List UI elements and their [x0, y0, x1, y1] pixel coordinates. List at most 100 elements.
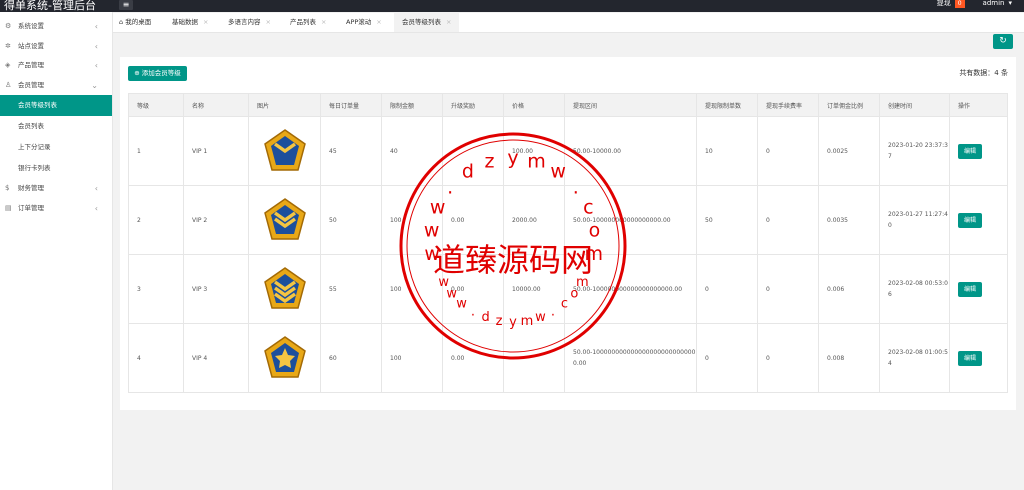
- cell-level: 3: [128, 254, 184, 324]
- member-level-table: 等级 名称 图片 每日订单量 限制金额 升级奖励 价格 提现区间 提现限制单数 …: [128, 93, 1008, 393]
- actions-cell: 编辑: [949, 254, 1008, 324]
- sidebar-item-site-settings[interactable]: ✲ 站点设置 ‹: [0, 37, 112, 57]
- chevron-left-icon: ‹: [94, 184, 98, 193]
- tab-label: APP滚动: [346, 18, 372, 26]
- chevron-down-icon[interactable]: ▾: [1008, 0, 1012, 7]
- chevron-left-icon: ‹: [94, 41, 98, 51]
- level-image-cell: [248, 185, 321, 255]
- plus-circle-icon: ⊕: [134, 69, 140, 77]
- header-limit: 限制金额: [381, 93, 443, 117]
- tab-member-levels[interactable]: 会员等级列表 ×: [394, 13, 460, 32]
- cell-range: 50.00-100000000000000000.00: [564, 185, 697, 255]
- user-icon: ♙: [5, 80, 12, 89]
- sidebar-item-orders[interactable]: ▤ 订单管理 ‹: [0, 199, 112, 219]
- cell-limit: 100: [381, 323, 443, 393]
- withdraw-notice-label[interactable]: 提现: [937, 0, 951, 8]
- cell-reward: 0.00: [442, 254, 504, 324]
- header-created: 创建时间: [879, 93, 950, 117]
- level-image-cell: [248, 254, 321, 324]
- table-row: 4 VIP 4 60 100 0.00 50.00-1000000000000000000…: [128, 323, 1008, 393]
- cell-name: VIP 1: [183, 116, 249, 186]
- refresh-button[interactable]: ↻: [993, 34, 1013, 49]
- sidebar-item-member-management[interactable]: ♙ 会员管理 ⌄: [0, 76, 112, 96]
- cell-level: 4: [128, 323, 184, 393]
- tab-app-scroll[interactable]: APP滚动 ×: [346, 13, 382, 32]
- edit-button[interactable]: 编辑: [958, 281, 982, 297]
- header-daily-orders: 每日订单量: [320, 93, 382, 117]
- cell-price: [503, 323, 565, 393]
- sidebar-item-label: 系统设置: [18, 22, 44, 30]
- sidebar-item-label: 会员管理: [18, 80, 44, 89]
- header-reward: 升级奖励: [442, 93, 504, 117]
- chevron-left-icon: ‹: [94, 61, 98, 70]
- close-icon[interactable]: ×: [321, 18, 326, 26]
- tab-basic-data[interactable]: 基础数据 ×: [172, 13, 208, 32]
- order-icon: ▤: [5, 203, 12, 212]
- sidebar-item-finance[interactable]: $ 财务管理 ‹: [0, 179, 112, 199]
- header-actions: 操作: [949, 93, 1008, 117]
- close-icon[interactable]: ×: [203, 18, 208, 26]
- edit-button[interactable]: 编辑: [958, 143, 982, 159]
- sidebar-item-system-settings[interactable]: ⚙ 系统设置 ‹: [0, 17, 112, 37]
- cell-reward: [442, 116, 504, 186]
- cell-withdraw-count: 50: [696, 185, 758, 255]
- cell-created: 2023-02-08 00:53:06: [879, 254, 950, 324]
- tab-product-list[interactable]: 产品列表 ×: [290, 13, 326, 32]
- close-icon[interactable]: ×: [266, 18, 271, 26]
- cell-daily: 45: [320, 116, 382, 186]
- cell-fee: 0: [757, 116, 819, 186]
- level-image-cell: [248, 116, 321, 186]
- cell-reward: 0.00: [442, 323, 504, 393]
- cell-created: 2023-02-08 01:00:54: [879, 323, 950, 393]
- close-icon[interactable]: ×: [376, 18, 381, 26]
- cell-created: 2023-01-20 23:37:37: [879, 116, 950, 186]
- money-icon: $: [5, 184, 10, 192]
- top-right: 提现 0 admin ▾: [937, 0, 1012, 8]
- cell-limit: 40: [381, 116, 443, 186]
- sidebar-item-label: 财务管理: [18, 184, 44, 192]
- add-member-level-button[interactable]: ⊕ 添加会员等级: [128, 66, 187, 81]
- cell-commission: 0.008: [818, 323, 880, 393]
- sidebar-sub-balance-records[interactable]: 上下分记录: [0, 137, 112, 158]
- tab-label: 我的桌面: [125, 18, 152, 26]
- sidebar-sub-bank-cards[interactable]: 银行卡列表: [0, 158, 112, 179]
- tab-desktop[interactable]: ⌂ 我的桌面: [119, 13, 151, 32]
- cell-range: 50.00-10000.00: [564, 116, 697, 186]
- gear-icon: ⚙: [5, 22, 12, 30]
- cell-daily: 60: [320, 323, 382, 393]
- sidebar-sub-member-list[interactable]: 会员列表: [0, 116, 112, 137]
- cell-fee: 0: [757, 185, 819, 255]
- refresh-icon: ↻: [999, 36, 1007, 46]
- edit-button[interactable]: 编辑: [958, 212, 982, 228]
- vip-badge-icon: [264, 267, 306, 309]
- cell-price: 10000.00: [503, 254, 565, 324]
- cell-limit: 100: [381, 185, 443, 255]
- add-button-label: 添加会员等级: [141, 69, 181, 77]
- edit-button[interactable]: 编辑: [958, 350, 982, 366]
- cell-limit: 100: [381, 254, 443, 324]
- sidebar-sub-member-levels[interactable]: 会员等级列表: [0, 95, 112, 116]
- sidebar-item-product-management[interactable]: ◈ 产品管理 ‹: [0, 56, 112, 76]
- chevron-left-icon: ‹: [94, 203, 98, 213]
- actions-cell: 编辑: [949, 116, 1008, 186]
- level-image-cell: [248, 323, 321, 393]
- vip-badge-icon: [264, 129, 306, 171]
- header-fee-rate: 提现手续费率: [757, 93, 819, 117]
- vip-badge-icon: [264, 336, 306, 378]
- menu-toggle-icon[interactable]: ≡: [119, 0, 133, 10]
- cell-price: 2000.00: [503, 185, 565, 255]
- cell-commission: 0.0025: [818, 116, 880, 186]
- header-commission: 订单佣金比例: [818, 93, 880, 117]
- close-icon[interactable]: ×: [446, 18, 451, 26]
- cell-reward: 0.00: [442, 185, 504, 255]
- cell-daily: 55: [320, 254, 382, 324]
- user-menu[interactable]: admin: [983, 0, 1005, 7]
- sidebar: ⚙ 系统设置 ‹ ✲ 站点设置 ‹ ◈ 产品管理 ‹ ♙ 会员管理 ⌄ 会员等级…: [0, 12, 113, 490]
- cube-icon: ◈: [5, 61, 11, 69]
- cell-name: VIP 2: [183, 185, 249, 255]
- top-bar: 得单系统-管理后台 ≡ 提现 0 admin ▾: [0, 0, 1024, 12]
- cog-icon: ✲: [5, 41, 11, 50]
- cell-level: 1: [128, 116, 184, 186]
- actions-cell: 编辑: [949, 323, 1008, 393]
- tab-multilang[interactable]: 多语言内容 ×: [228, 13, 271, 32]
